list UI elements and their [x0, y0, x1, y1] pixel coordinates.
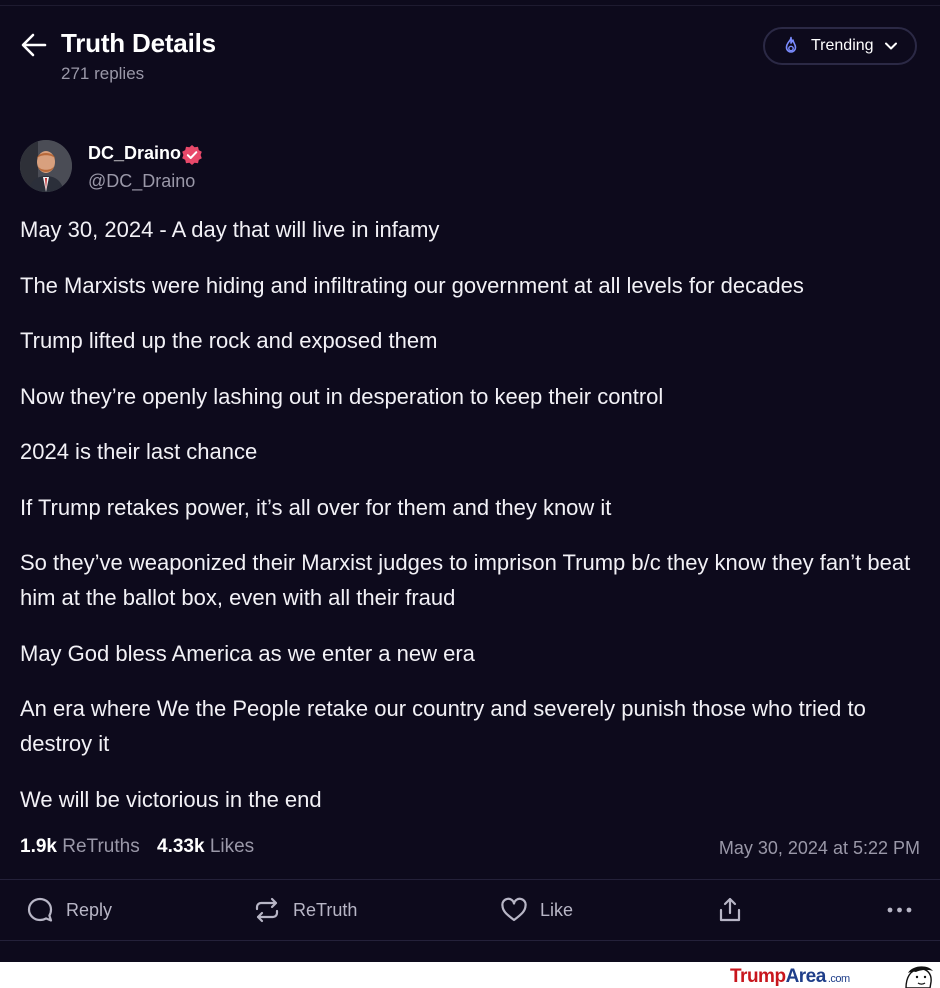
post-paragraph: The Marxists were hiding and infiltratin…: [20, 272, 804, 298]
watermark-bar: TrumpArea .com: [0, 962, 940, 988]
heart-icon: [501, 897, 527, 922]
author-handle: @DC_Draino: [88, 171, 196, 191]
post-paragraph: May God bless America as we enter a new …: [20, 640, 475, 666]
post-timestamp: May 30, 2024 at 5:22 PM: [718, 838, 920, 858]
post-stats: 1.9k ReTruths 4.33k Likes May 30, 2024 a…: [20, 836, 920, 864]
post-author: DC_Draino @DC_Draino: [20, 140, 420, 196]
retruth-label: ReTruth: [293, 899, 358, 920]
back-button[interactable]: [20, 32, 48, 58]
page-header: Truth Details 271 replies Trending: [0, 6, 940, 106]
reply-button[interactable]: Reply: [26, 896, 112, 924]
likes-label: Likes: [209, 836, 255, 857]
watermark-logo: TrumpArea .com: [730, 966, 850, 988]
post-paragraph: An era where We the People retake our co…: [20, 696, 866, 756]
ellipsis-icon: [887, 907, 912, 913]
likes-stat[interactable]: 4.33k Likes: [157, 836, 254, 858]
author-display-name[interactable]: DC_Draino: [88, 143, 181, 164]
like-button[interactable]: Like: [500, 896, 573, 924]
chat-bubble-icon: [27, 897, 53, 922]
avatar-image: [20, 140, 72, 192]
sort-label: Trending: [811, 37, 874, 54]
avatar[interactable]: [20, 140, 72, 192]
share-button[interactable]: [716, 896, 744, 924]
retruths-count: 1.9k: [20, 836, 57, 857]
sort-dropdown[interactable]: Trending: [763, 27, 917, 65]
retruths-label: ReTruths: [62, 836, 140, 857]
watermark-part3: .com: [827, 973, 850, 985]
post-paragraph: May 30, 2024 - A day that will live in i…: [20, 217, 440, 242]
post-paragraph: 2024 is their last chance: [20, 439, 258, 464]
share-upload-icon: [719, 897, 741, 922]
post-paragraph: If Trump retakes power, it’s all over fo…: [20, 494, 612, 520]
likes-count: 4.33k: [157, 836, 205, 857]
verified-badge-icon: [182, 145, 202, 165]
post-paragraph: Trump lifted up the rock and exposed the…: [20, 328, 438, 353]
watermark-caricature-icon: [905, 966, 933, 988]
retruths-stat[interactable]: 1.9k ReTruths: [20, 836, 140, 858]
post-body: May 30, 2024 - A day that will live in i…: [20, 212, 920, 837]
post-paragraph: We will be victorious in the end: [20, 786, 322, 812]
watermark-part2: Area: [785, 966, 827, 987]
page-title: Truth Details: [61, 28, 216, 58]
replies-count: 271 replies: [61, 64, 145, 83]
like-label: Like: [540, 899, 574, 920]
arrow-left-icon: [21, 33, 47, 57]
retruth-button[interactable]: ReTruth: [253, 896, 357, 924]
more-options-button[interactable]: [886, 896, 914, 924]
post-paragraph: Now they’re openly lashing out in desper…: [20, 383, 664, 409]
divider: [0, 940, 940, 941]
reply-label: Reply: [66, 899, 113, 920]
action-bar: Reply ReTruth Like: [0, 880, 940, 940]
chevron-down-icon: [884, 42, 897, 50]
post-paragraph: So they’ve weaponized their Marxist judg…: [20, 550, 911, 610]
watermark-part1: Trump: [730, 966, 786, 987]
flame-icon: [785, 36, 797, 53]
repeat-arrows-icon: [255, 897, 279, 923]
